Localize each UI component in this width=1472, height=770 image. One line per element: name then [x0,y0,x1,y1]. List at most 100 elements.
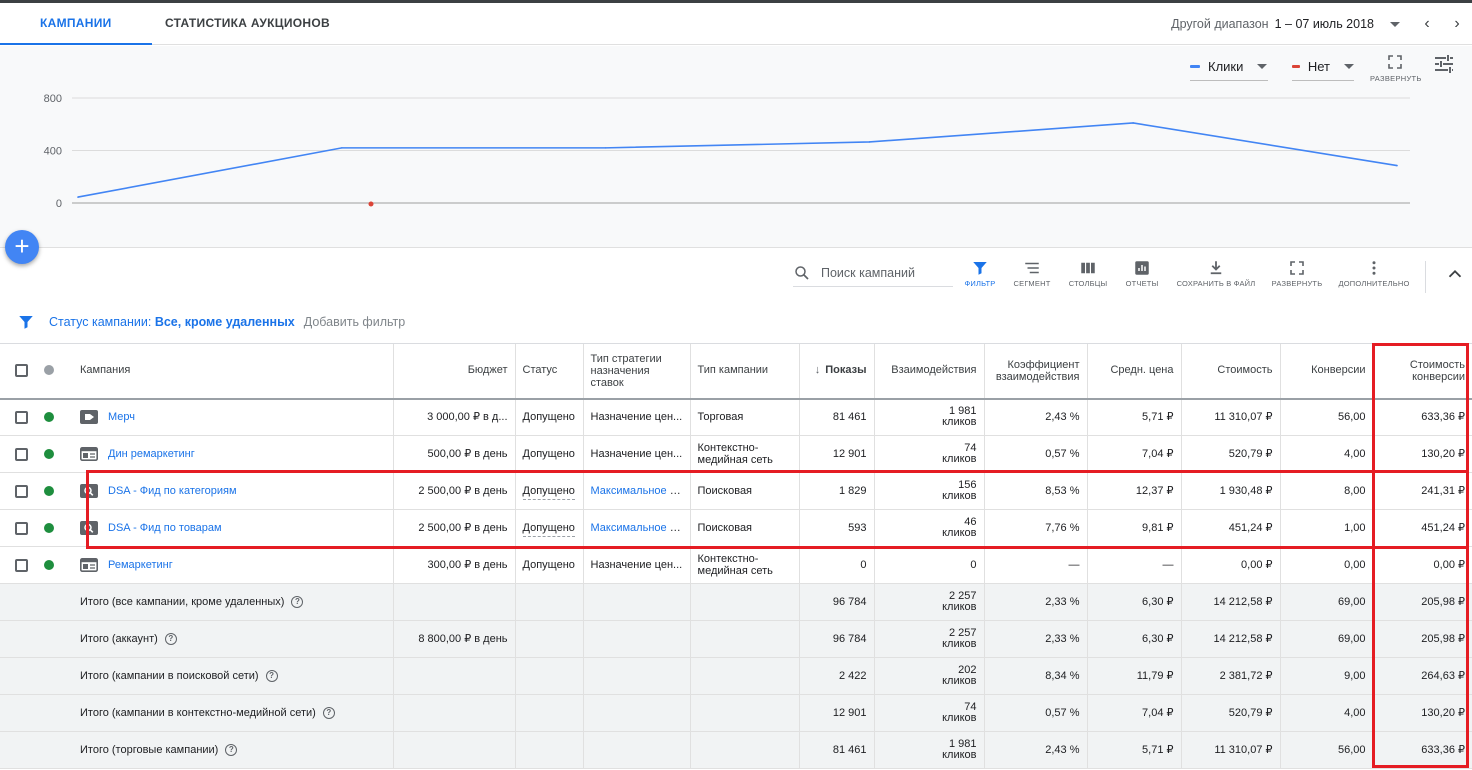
col-impressions[interactable]: ↓ Показы [798,343,874,400]
campaign-search-field[interactable]: Поиск кампаний [793,259,953,287]
conversions-cell: 56,00 [1279,398,1373,436]
status-enabled-dot [44,522,54,533]
help-icon[interactable]: ? [225,744,238,756]
header-bar: КАМПАНИИ СТАТИСТИКА АУКЦИОНОВ Другой диа… [0,3,1472,45]
date-dropdown-icon[interactable] [1390,21,1400,27]
col-campaign[interactable]: Кампания [73,343,393,400]
sort-down-icon: ↓ [814,364,821,377]
campaign-type-cell: Поисковая [689,509,799,547]
row-checkbox[interactable] [14,484,28,498]
interactions-unit: кликов [942,490,977,502]
campaign-name-link[interactable]: DSA - Фид по категориям [108,485,237,497]
budget-cell[interactable]: 500,00 ₽ в день [392,435,515,473]
filter-icon [19,316,33,329]
campaign-name-link[interactable]: Мерч [108,411,135,423]
row-checkbox[interactable] [14,410,28,424]
table-row[interactable]: DSA - Фид по товарам 2 500,00 ₽ в день Доп… [0,509,1472,547]
chevron-up-icon[interactable] [1444,263,1466,285]
col-bid-strategy[interactable]: Тип стратегии назначения ставок [582,343,690,400]
budget-cell[interactable]: 300,00 ₽ в день [392,546,515,584]
row-checkbox[interactable] [14,447,28,461]
col-interaction-rate[interactable]: Коэффициент взаимодействия [983,343,1087,400]
data-point[interactable] [1132,122,1134,124]
campaign-name-link[interactable]: Дин ремаркетинг [108,448,195,460]
budget-cell[interactable]: 2 500,00 ₽ в день [392,509,515,547]
chevron-left-icon[interactable]: ‹ [1412,15,1442,33]
filter-button[interactable]: ФИЛЬТР [962,257,998,299]
fullscreen-button[interactable]: РАЗВЕРНУТЬ [1270,257,1324,299]
interactions-cell: 74 кликов [873,435,984,473]
interactions-unit: кликов [942,712,977,724]
col-avg-cost[interactable]: Средн. цена [1086,343,1181,400]
help-icon[interactable]: ? [322,707,335,719]
totals-label: Итого (все кампании, кроме удаленных) [80,595,285,608]
columns-button[interactable]: СТОЛБЦЫ [1066,257,1110,299]
table-row[interactable]: DSA - Фид по категориям 2 500,00 ₽ в день… [0,472,1472,510]
toolbar-divider [1425,261,1426,293]
help-icon[interactable]: ? [265,670,278,682]
bid-strategy-link[interactable]: Максимальное к... [591,522,684,534]
totals-interactions-cell: 2 257 кликов [873,583,984,621]
col-conversions[interactable]: Конверсии [1279,343,1373,400]
status-value[interactable]: Допущено [522,521,575,537]
segment-button-label: СЕГМЕНТ [1013,279,1051,288]
interactions-unit: кликов [942,675,977,687]
more-vert-icon [1372,261,1376,275]
reports-button[interactable]: ОТЧЕТЫ [1122,257,1162,299]
add-filter-link[interactable]: Добавить фильтр [304,315,406,329]
campaign-name-link[interactable]: Ремаркетинг [108,559,173,571]
status-value[interactable]: Допущено [522,484,575,500]
totals-cpc-cell: 264,63 ₽ [1372,657,1472,695]
add-campaign-button[interactable]: + [5,230,39,264]
status-column-dot [44,365,54,376]
data-point[interactable] [77,196,79,198]
fullscreen-icon [1290,261,1304,275]
more-button[interactable]: ДОПОЛНИТЕЛЬНО [1338,257,1410,299]
data-point[interactable] [868,141,871,143]
data-point[interactable] [341,147,343,149]
status-filter-chip[interactable]: Статус кампании: Все, кроме удаленных [49,315,295,329]
columns-button-label: СТОЛБЦЫ [1068,279,1108,288]
budget-cell[interactable]: 2 500,00 ₽ в день [392,472,515,510]
totals-cost-cell: 14 212,58 ₽ [1180,583,1280,621]
chevron-right-icon[interactable]: › [1442,15,1472,33]
campaign-name-link[interactable]: DSA - Фид по товарам [108,522,222,534]
totals-interactions-cell: 2 257 кликов [873,620,984,658]
totals-conversions-cell: 4,00 [1279,694,1373,732]
col-status[interactable]: Статус [514,343,583,400]
secondary-data-point[interactable] [368,201,374,207]
columns-icon [1081,262,1095,274]
data-point[interactable] [604,147,607,149]
budget-cell[interactable]: 3 000,00 ₽ в д... [392,398,515,436]
cost-cell: 520,79 ₽ [1180,435,1280,473]
col-budget[interactable]: Бюджет [392,343,515,400]
conversions-cell: 1,00 [1279,509,1373,547]
impressions-cell: 0 [798,546,874,584]
bid-strategy-link[interactable]: Максимальное к... [591,485,684,497]
col-cost[interactable]: Стоимость [1180,343,1280,400]
data-point[interactable] [1396,164,1398,167]
segment-button[interactable]: СЕГМЕНТ [1010,257,1054,299]
help-icon[interactable]: ? [164,633,177,645]
row-checkbox[interactable] [14,558,28,572]
interactions-cell: 156 кликов [873,472,984,510]
download-button-label: СОХРАНИТЬ В ФАЙЛ [1176,279,1256,288]
col-interactions[interactable]: Взаимодействия [873,343,984,400]
tab-campaigns[interactable]: КАМПАНИИ [0,3,151,45]
tab-auction-insights[interactable]: СТАТИСТИКА АУКЦИОНОВ [165,3,330,45]
table-row[interactable]: Мерч 3 000,00 ₽ в д... Допущено Назначение … [0,398,1472,436]
date-range-value[interactable]: 1 – 07 июль 2018 [1275,17,1374,31]
totals-budget-cell [392,731,515,769]
select-all-checkbox[interactable] [14,364,28,378]
help-icon[interactable]: ? [291,596,304,608]
interaction-rate-cell: 2,43 % [983,398,1087,436]
col-campaign-type[interactable]: Тип кампании [689,343,799,400]
interactions-unit: кликов [942,527,977,539]
table-row[interactable]: Ремаркетинг 300,00 ₽ в день Допущено Назнач… [0,546,1472,584]
col-cost-per-conversion[interactable]: Стоимость конверсии [1372,343,1472,400]
row-checkbox[interactable] [14,521,28,535]
totals-cost-cell: 2 381,72 ₽ [1180,657,1280,695]
table-row[interactable]: Дин ремаркетинг 500,00 ₽ в день Допущено На… [0,435,1472,473]
download-button[interactable]: СОХРАНИТЬ В ФАЙЛ [1175,257,1257,299]
totals-rate-cell: 0,57 % [983,694,1087,732]
